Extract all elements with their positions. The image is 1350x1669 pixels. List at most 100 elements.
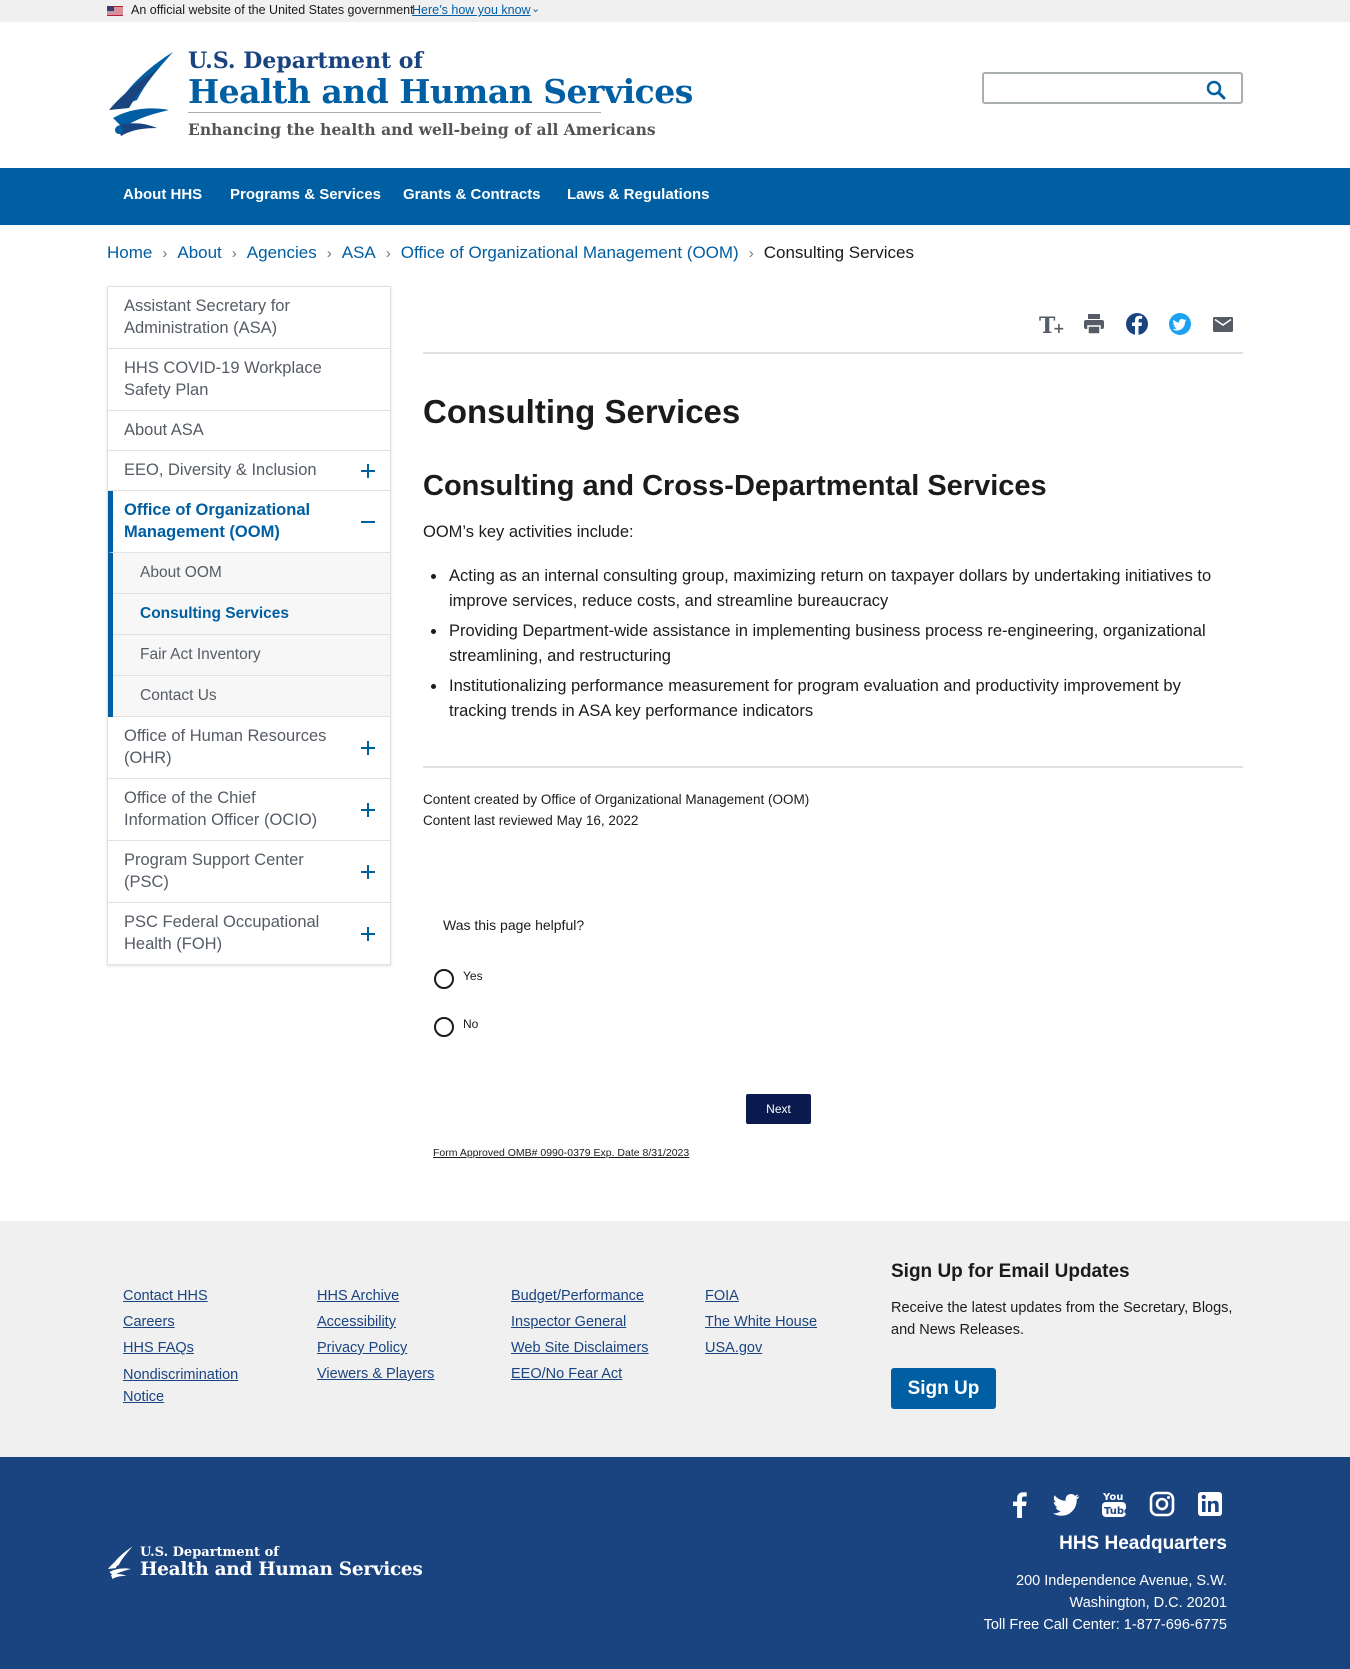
print-icon[interactable] (1081, 311, 1107, 337)
twitter-icon[interactable] (1167, 311, 1193, 337)
email-signup-text: Receive the latest updates from the Secr… (891, 1300, 1233, 1338)
footer-link[interactable]: Accessibility (317, 1309, 434, 1335)
footer-hhs-logo[interactable]: U.S. Department of Health and Human Serv… (107, 1545, 423, 1585)
list-item: Institutionalizing performance measureme… (447, 674, 1243, 724)
svg-text:You: You (1102, 1492, 1123, 1503)
breadcrumb-oom[interactable]: Office of Organizational Management (OOM… (401, 243, 739, 262)
footer-link[interactable]: Nondiscrimination Notice (123, 1364, 273, 1408)
how-you-know-link[interactable]: Here’s how you know (412, 3, 531, 17)
breadcrumb-agencies[interactable]: Agencies (247, 243, 317, 262)
sidenav-item-about-asa[interactable]: About ASA (108, 411, 390, 451)
text-size-icon[interactable]: T + (1038, 311, 1064, 337)
nav-about-hhs[interactable]: About HHS (123, 186, 202, 203)
chevron-right-icon: › (326, 245, 332, 262)
footer-link[interactable]: USA.gov (705, 1335, 817, 1361)
sidenav-item-label: About ASA (124, 421, 204, 439)
nav-programs-services[interactable]: Programs & Services (230, 186, 381, 203)
hq-title: HHS Headquarters (1059, 1533, 1227, 1554)
list-item: Providing Department-wide assistance in … (447, 619, 1243, 669)
sidenav-item-label: HHS COVID-19 Workplace Safety Plan (124, 359, 322, 399)
sidenav-item-label: Assistant Secretary for Administration (… (124, 297, 290, 337)
plus-icon[interactable] (360, 864, 376, 880)
logo-dept-line: U.S. Department of (188, 48, 423, 74)
breadcrumb-asa[interactable]: ASA (342, 243, 376, 262)
footer-link[interactable]: Privacy Policy (317, 1335, 434, 1361)
survey-next-button[interactable]: Next (746, 1094, 811, 1124)
sidenav-item-oom[interactable]: Office of Organizational Management (OOM… (108, 491, 390, 553)
nav-grants-contracts[interactable]: Grants & Contracts (403, 186, 541, 203)
sidenav-item-ocio[interactable]: Office of the Chief Information Officer … (108, 779, 390, 841)
facebook-icon[interactable] (1006, 1489, 1034, 1519)
survey-yes-label[interactable]: Yes (463, 969, 483, 983)
search-icon[interactable] (1204, 78, 1228, 102)
gov-banner: An official website of the United States… (0, 0, 1350, 22)
youtube-icon[interactable]: You Tube (1100, 1489, 1128, 1519)
content-divider (423, 766, 1243, 768)
footer-link[interactable]: Careers (123, 1309, 273, 1335)
breadcrumb: Home › About › Agencies › ASA › Office of Organi… (107, 243, 914, 265)
sidenav-subitem-contact-us[interactable]: Contact Us (113, 676, 390, 717)
search-box[interactable] (982, 72, 1243, 104)
footer-bottom: You Tube U.S. Department of Health and H… (0, 1457, 1350, 1669)
survey-no-label[interactable]: No (463, 1017, 478, 1031)
search-input[interactable] (984, 74, 1194, 102)
footer-link[interactable]: Viewers & Players (317, 1361, 434, 1387)
svg-text:Tube: Tube (1104, 1506, 1128, 1517)
signup-button[interactable]: Sign Up (891, 1368, 996, 1409)
footer-col-2: HHS Archive Accessibility Privacy Policy… (317, 1283, 434, 1387)
hhs-logo[interactable]: U.S. Department of Health and Human Serv… (107, 48, 693, 140)
sidenav-item-ohr[interactable]: Office of Human Resources (OHR) (108, 717, 390, 779)
instagram-icon[interactable] (1148, 1489, 1176, 1519)
nav-laws-regulations[interactable]: Laws & Regulations (567, 186, 710, 203)
sidenav-item-label: Office of the Chief Information Officer … (124, 789, 318, 829)
email-icon[interactable] (1210, 311, 1236, 337)
linkedin-icon[interactable] (1196, 1489, 1224, 1519)
footer-link[interactable]: EEO/No Fear Act (511, 1361, 649, 1387)
hq-address: 200 Independence Avenue, S.W. Washington… (984, 1570, 1227, 1636)
breadcrumb-home[interactable]: Home (107, 243, 152, 262)
chevron-down-icon[interactable]: ⌄ (531, 2, 540, 15)
footer-link[interactable]: Inspector General (511, 1309, 649, 1335)
survey-no-radio[interactable] (434, 1017, 454, 1037)
survey-yes-radio[interactable] (434, 969, 454, 989)
sidenav-item-psc[interactable]: Program Support Center (PSC) (108, 841, 390, 903)
content-last-reviewed: Content last reviewed May 16, 2022 (423, 813, 639, 828)
plus-icon[interactable] (360, 740, 376, 756)
plus-icon[interactable] (360, 926, 376, 942)
svg-text:+: + (1053, 321, 1064, 337)
list-item: Acting as an internal consulting group, … (447, 564, 1243, 614)
footer-link[interactable]: HHS FAQs (123, 1335, 273, 1361)
sidenav-item-covid-plan[interactable]: HHS COVID-19 Workplace Safety Plan (108, 349, 390, 411)
sidenav-item-label: EEO, Diversity & Inclusion (124, 461, 317, 479)
omb-approval-link[interactable]: Form Approved OMB# 0990-0379 Exp. Date 8… (433, 1147, 689, 1159)
footer-link[interactable]: The White House (705, 1309, 817, 1335)
main-nav: About HHS Programs & Services Grants & C… (0, 168, 1350, 225)
footer-col-1: Contact HHS Careers HHS FAQs Nondiscrimi… (123, 1283, 273, 1408)
plus-icon[interactable] (360, 463, 376, 479)
sidenav-subitem-consulting-services[interactable]: Consulting Services (113, 594, 390, 635)
sidenav-subitem-fair-act[interactable]: Fair Act Inventory (113, 635, 390, 676)
facebook-icon[interactable] (1124, 311, 1150, 337)
sidenav-item-asa[interactable]: Assistant Secretary for Administration (… (108, 287, 390, 349)
footer-link[interactable]: Budget/Performance (511, 1283, 649, 1309)
email-signup-title: Sign Up for Email Updates (891, 1261, 1130, 1282)
sidenav-item-eeo[interactable]: EEO, Diversity & Inclusion (108, 451, 390, 491)
footer-link[interactable]: Contact HHS (123, 1283, 273, 1309)
footer-col-3: Budget/Performance Inspector General Web… (511, 1283, 649, 1387)
minus-icon[interactable] (360, 514, 376, 530)
us-flag-icon (107, 6, 123, 16)
hq-address-line: Washington, D.C. 20201 (1069, 1595, 1227, 1611)
sidenav-subitem-about-oom[interactable]: About OOM (113, 553, 390, 594)
plus-icon[interactable] (360, 802, 376, 818)
breadcrumb-about[interactable]: About (177, 243, 221, 262)
sidenav-item-foh[interactable]: PSC Federal Occupational Health (FOH) (108, 903, 390, 964)
twitter-icon[interactable] (1052, 1489, 1080, 1519)
footer-link[interactable]: FOIA (705, 1283, 817, 1309)
logo-divider (188, 112, 601, 113)
content-meta: Content created by Office of Organizatio… (423, 789, 809, 831)
footer-link[interactable]: HHS Archive (317, 1283, 434, 1309)
breadcrumb-current: Consulting Services (763, 243, 914, 262)
sidenav-item-label: PSC Federal Occupational Health (FOH) (124, 913, 320, 953)
footer-link[interactable]: Web Site Disclaimers (511, 1335, 649, 1361)
footer-logo-agency-name: Health and Human Services (140, 1559, 423, 1580)
